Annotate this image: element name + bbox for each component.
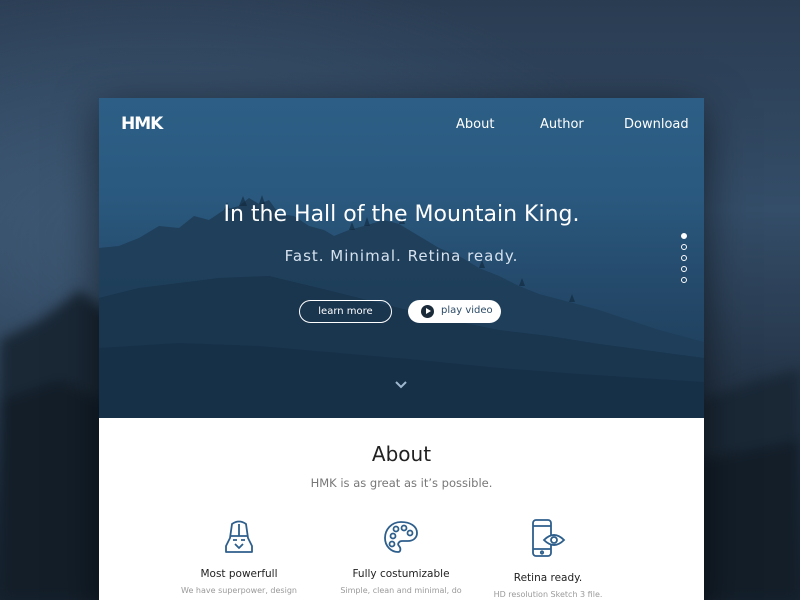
feature-customizable: Fully costumizable Simple, clean and min… [316,518,486,595]
play-icon [421,305,434,318]
landing-page-mockup: HMK About Author Download In the Hall of… [99,98,704,600]
pager-dot-2[interactable] [681,244,687,250]
play-video-button[interactable]: play video [408,300,501,323]
pager-dot-5[interactable] [681,277,687,283]
pager-dot-1[interactable] [681,233,687,239]
about-title: About [371,442,432,466]
top-navigation: HMK About Author Download [99,98,704,154]
helmet-icon [225,520,253,553]
hero-section: HMK About Author Download In the Hall of… [99,98,704,418]
hero-subtitle: Fast. Minimal. Retina ready. [284,247,519,265]
feature-title: Retina ready. [513,572,583,584]
about-subtitle: HMK is as great as it’s possible. [310,476,493,490]
play-video-label: play video [441,305,493,316]
palette-icon [384,521,418,553]
nav-link-about[interactable]: About [456,117,494,132]
hero-title: In the Hall of the Mountain King. [223,202,580,227]
feature-title: Fully costumizable [352,568,450,580]
about-section: About HMK is as great as it’s possible. … [99,418,704,600]
pager-dot-3[interactable] [681,255,687,261]
feature-description: We have superpower, design [181,586,297,595]
nav-link-download[interactable]: Download [624,117,689,132]
feature-most-powerful: Most powerfull We have superpower, desig… [154,518,324,595]
feature-description: HD resolution Sketch 3 file. [493,590,603,599]
chevron-down-icon[interactable] [394,380,408,390]
pager-dot-4[interactable] [681,266,687,272]
nav-link-author[interactable]: Author [540,117,584,132]
phone-eye-icon [532,519,566,557]
slide-pager [681,233,689,288]
feature-retina-ready: Retina ready. HD resolution Sketch 3 fil… [463,518,633,599]
feature-description: Simple, clean and minimal, do [340,586,462,595]
logo[interactable]: HMK [121,114,163,134]
feature-title: Most powerfull [200,568,278,580]
learn-more-button[interactable]: learn more [299,300,392,323]
